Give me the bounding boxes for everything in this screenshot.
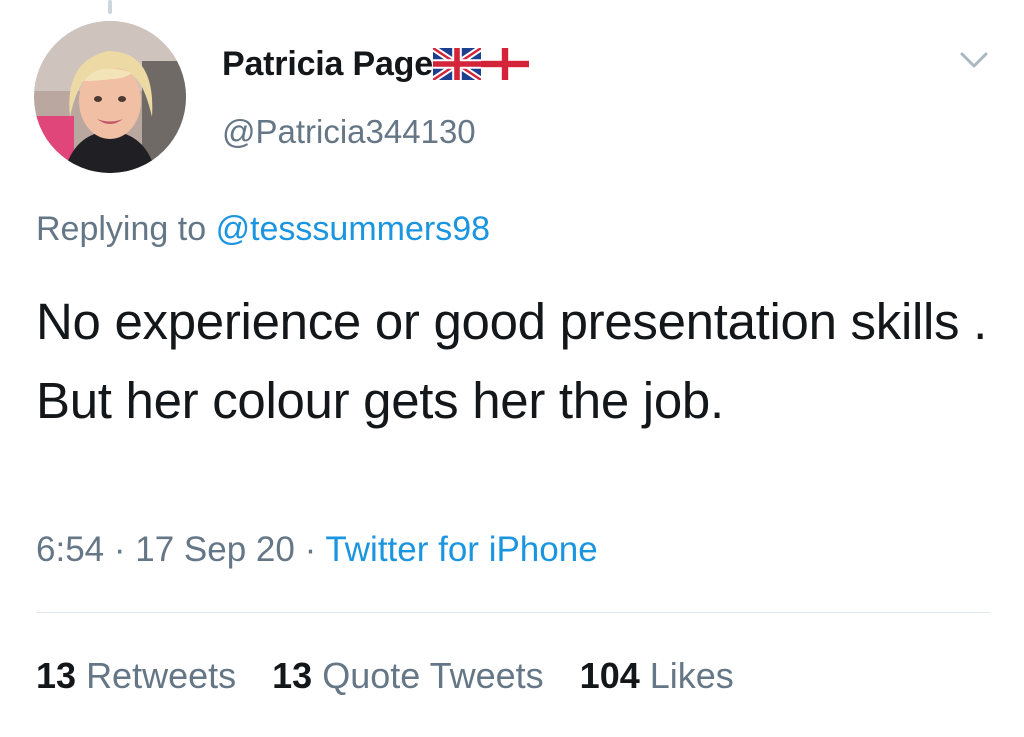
tweet-time[interactable]: 6:54 [36,530,104,569]
union-jack-flag-icon [432,48,481,80]
likes-stat[interactable]: 104 Likes [580,655,734,697]
thread-connector-line [108,0,112,14]
replying-to-label: Replying to [36,210,207,248]
author-handle[interactable]: @Patricia344130 [222,113,476,151]
quote-tweets-label: Quote Tweets [322,655,544,696]
retweets-count: 13 [36,655,77,696]
tweet-source-link[interactable]: Twitter for iPhone [325,530,597,569]
replying-to-user-link[interactable]: @tesssummers98 [216,210,490,248]
display-name[interactable]: Patricia Page [222,45,433,84]
avatar[interactable] [34,21,186,173]
author-name-row[interactable]: Patricia Page [222,42,529,86]
meta-separator: · [113,530,126,569]
tweet-meta: 6:54 · 17 Sep 20 · Twitter for iPhone [36,530,598,570]
divider [36,612,990,613]
quote-tweets-count: 13 [272,655,313,696]
tweet-stats: 13 Retweets 13 Quote Tweets 104 Likes [36,655,734,697]
retweets-stat[interactable]: 13 Retweets [36,655,236,697]
quote-tweets-stat[interactable]: 13 Quote Tweets [272,655,544,697]
tweet-date[interactable]: 17 Sep 20 [135,530,295,569]
england-flag-icon [480,48,529,80]
meta-separator: · [304,530,317,569]
tweet-text: No experience or good presentation skill… [36,293,987,429]
likes-label: Likes [649,655,734,696]
chevron-down-icon[interactable] [956,46,992,76]
retweets-label: Retweets [86,655,237,696]
likes-count: 104 [579,655,640,696]
replying-to-line: Replying to @tesssummers98 [36,210,490,249]
